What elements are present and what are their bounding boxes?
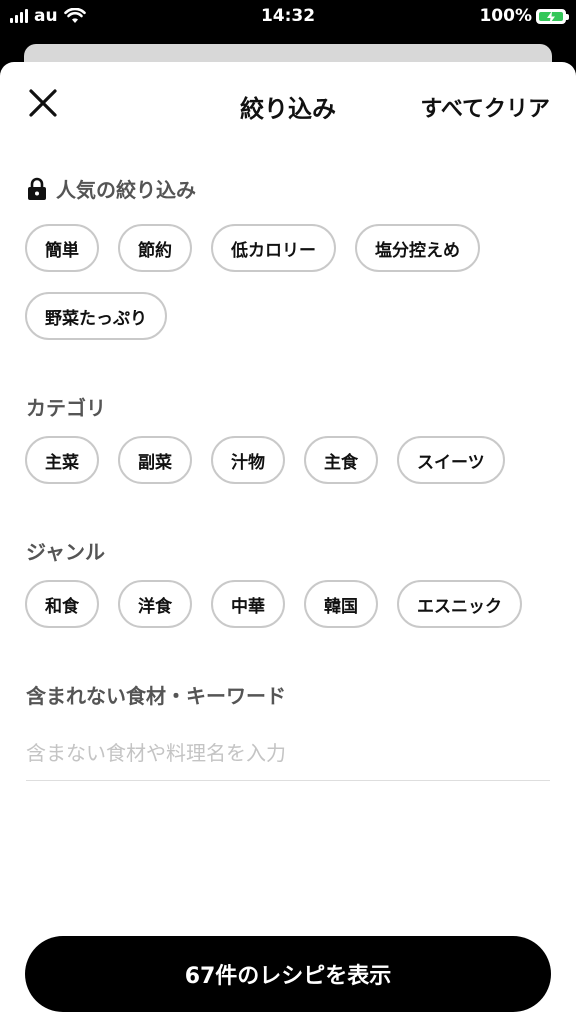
genre-chip-row: 和食 洋食 中華 韓国 エスニック: [25, 580, 522, 628]
chip-western[interactable]: 洋食: [118, 580, 192, 628]
battery-percent: 100%: [479, 6, 532, 26]
exclude-section-title: 含まれない食材・キーワード: [26, 684, 286, 708]
chip-soup[interactable]: 汁物: [211, 436, 285, 484]
genre-section-title: ジャンル: [26, 540, 105, 564]
chip-korean[interactable]: 韓国: [304, 580, 378, 628]
chip-sweets[interactable]: スイーツ: [397, 436, 505, 484]
lock-icon: [28, 177, 46, 200]
category-chip-row: 主菜 副菜 汁物 主食 スイーツ: [25, 436, 505, 484]
show-recipes-button[interactable]: 67件のレシピを表示: [25, 936, 551, 1012]
popular-chip-row-2: 野菜たっぷり: [25, 292, 167, 340]
status-right: 100%: [479, 6, 569, 26]
chip-budget[interactable]: 節約: [118, 224, 192, 272]
exclude-keyword-input[interactable]: [26, 725, 550, 781]
sheet-header: 絞り込み すべてクリア: [0, 62, 576, 146]
status-bar: au 14:32 100%: [0, 0, 576, 34]
chip-side-dish[interactable]: 副菜: [118, 436, 192, 484]
chip-main-dish[interactable]: 主菜: [25, 436, 99, 484]
chip-ethnic[interactable]: エスニック: [397, 580, 522, 628]
popular-title-label: 人気の絞り込み: [56, 178, 196, 202]
chip-low-salt[interactable]: 塩分控えめ: [355, 224, 480, 272]
category-section-title: カテゴリ: [26, 396, 106, 420]
chip-chinese[interactable]: 中華: [211, 580, 285, 628]
popular-section-title: 人気の絞り込み: [26, 174, 196, 203]
chip-staple[interactable]: 主食: [304, 436, 378, 484]
popular-chip-row: 簡単 節約 低カロリー 塩分控えめ: [25, 224, 480, 272]
chip-low-calorie[interactable]: 低カロリー: [211, 224, 336, 272]
chip-easy[interactable]: 簡単: [25, 224, 99, 272]
chip-japanese[interactable]: 和食: [25, 580, 99, 628]
clear-all-button[interactable]: すべてクリア: [420, 91, 550, 123]
filter-sheet: 絞り込み すべてクリア 人気の絞り込み 簡単 節約 低カロリー 塩分控えめ 野菜…: [0, 62, 576, 1024]
battery-charging-icon: [536, 8, 569, 24]
chip-lots-of-vegetables[interactable]: 野菜たっぷり: [25, 292, 167, 340]
